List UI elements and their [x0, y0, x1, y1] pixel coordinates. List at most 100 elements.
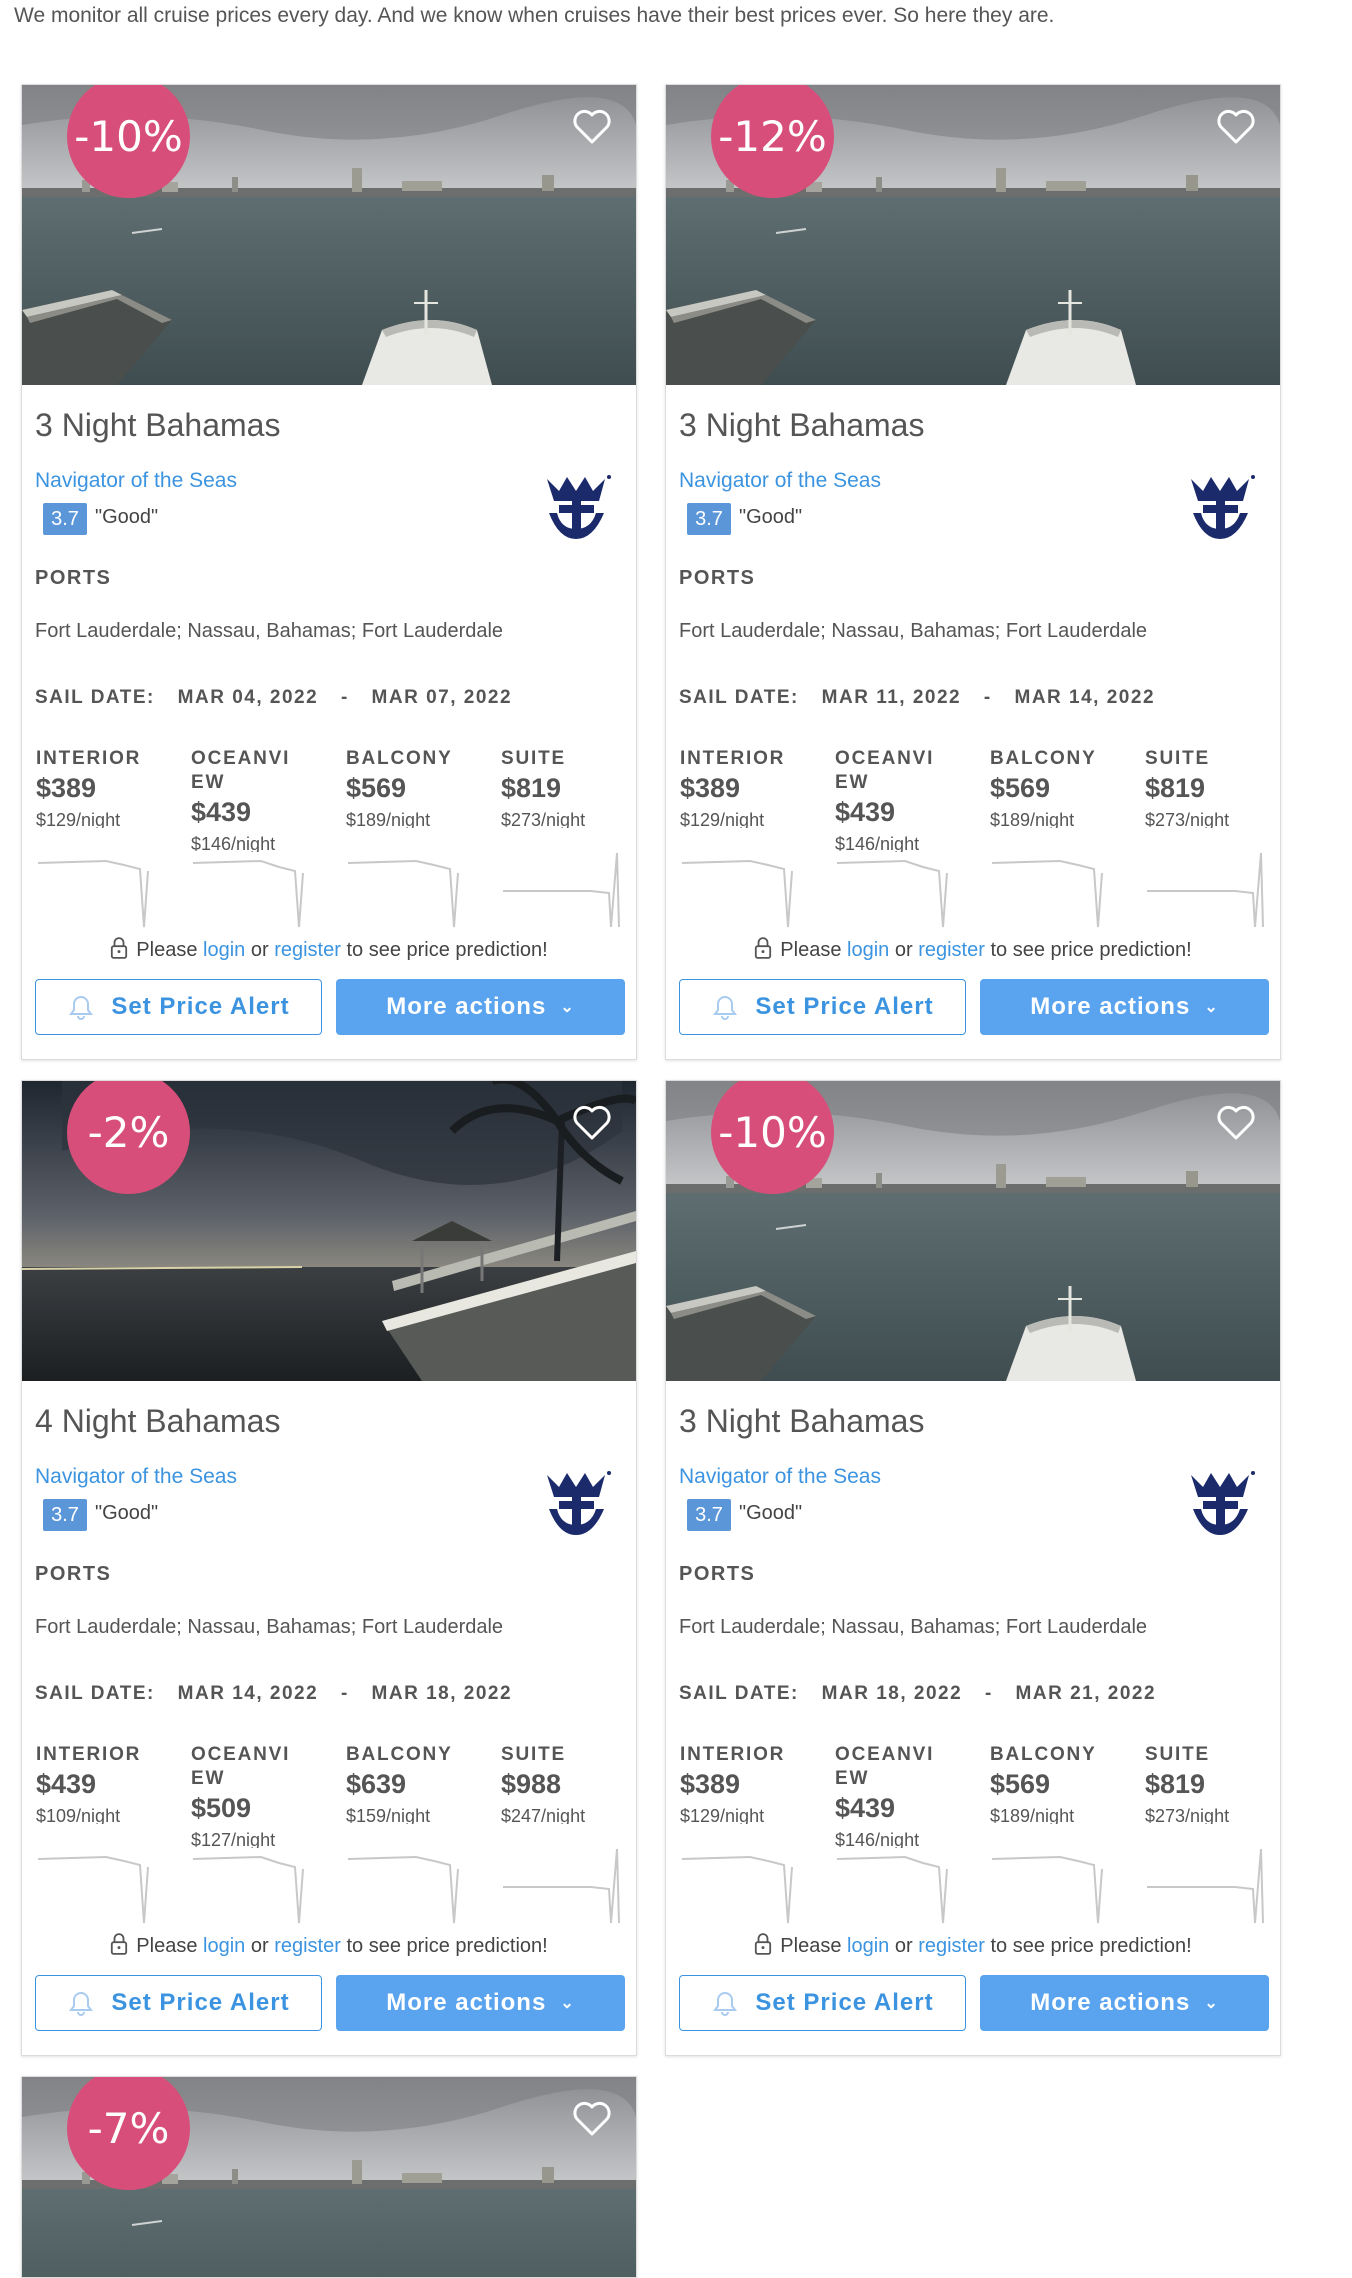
register-link[interactable]: register — [918, 1935, 985, 1957]
price-column-interior[interactable]: INTERIOR $389 $129/night — [680, 747, 810, 828]
register-link[interactable]: register — [918, 939, 985, 961]
more-actions-button[interactable]: More actions ⌄ — [980, 979, 1269, 1035]
login-link[interactable]: login — [847, 1935, 889, 1957]
more-actions-button[interactable]: More actions ⌄ — [336, 979, 625, 1035]
bell-icon — [67, 993, 95, 1021]
sail-date: SAIL DATE: MAR 18, 2022 - MAR 21, 2022 — [679, 1683, 1172, 1705]
cabin-price-per-night: $273/night — [1145, 1806, 1230, 1824]
cabin-type-label: SUITE — [1145, 748, 1210, 769]
price-column-interior[interactable]: INTERIOR $439 $109/night — [36, 1743, 166, 1824]
price-history-sparkline — [192, 1855, 304, 1924]
price-column-suite[interactable]: SUITE $819 $273/night — [1145, 747, 1275, 828]
price-column-balcony[interactable]: BALCONY $569 $189/night — [990, 1743, 1120, 1824]
cabin-price: $439 — [191, 797, 252, 827]
notice-text: Please — [780, 1935, 842, 1957]
cabin-type-label: INTERIOR — [680, 748, 786, 769]
heart-icon[interactable] — [572, 109, 612, 145]
ports-value: Fort Lauderdale; Nassau, Bahamas; Fort L… — [679, 620, 1148, 642]
cruise-card[interactable]: -10% 3 Night Bahamas Navigator of the Se… — [21, 84, 637, 1060]
bell-icon — [711, 993, 739, 1021]
ports-label: PORTS — [679, 567, 756, 589]
price-column-oceanview[interactable]: OCEANVIEW $439 $146/night — [835, 1743, 965, 1848]
heart-icon[interactable] — [1216, 109, 1256, 145]
price-column-suite[interactable]: SUITE $988 $247/night — [501, 1743, 631, 1824]
cruise-title[interactable]: 3 Night Bahamas — [35, 407, 280, 444]
chevron-down-icon: ⌄ — [1204, 999, 1219, 1016]
register-link[interactable]: register — [274, 939, 341, 961]
price-column-balcony[interactable]: BALCONY $569 $189/night — [990, 747, 1120, 828]
price-column-oceanview[interactable]: OCEANVIEW $509 $127/night — [191, 1743, 321, 1848]
bell-icon — [67, 1989, 95, 2017]
cabin-price-per-night: $129/night — [680, 1806, 765, 1824]
cruise-title[interactable]: 3 Night Bahamas — [679, 407, 924, 444]
login-link[interactable]: login — [203, 939, 245, 961]
cabin-price: $569 — [990, 773, 1051, 803]
cabin-price-per-night: $129/night — [680, 810, 765, 828]
set-price-alert-button[interactable]: Set Price Alert — [35, 979, 322, 1035]
sail-date: SAIL DATE: MAR 04, 2022 - MAR 07, 2022 — [35, 687, 528, 709]
cabin-type-label: OCEANVIEW — [835, 1744, 935, 1789]
cabin-type-label: BALCONY — [346, 748, 453, 769]
price-column-interior[interactable]: INTERIOR $389 $129/night — [36, 747, 166, 828]
cruise-title[interactable]: 3 Night Bahamas — [679, 1403, 924, 1440]
ship-link[interactable]: Navigator of the Seas — [679, 1465, 881, 1489]
register-link[interactable]: register — [274, 1935, 341, 1957]
cabin-price: $988 — [501, 1769, 562, 1799]
royal-caribbean-logo — [1183, 471, 1258, 543]
chevron-down-icon: ⌄ — [560, 999, 575, 1016]
login-link[interactable]: login — [203, 1935, 245, 1957]
price-column-balcony[interactable]: BALCONY $569 $189/night — [346, 747, 476, 828]
cabin-type-label: OCEANVIEW — [835, 748, 935, 793]
notice-text: or — [894, 939, 913, 961]
cabin-price-per-night: $189/night — [990, 1806, 1075, 1824]
cabin-price: $819 — [501, 773, 562, 803]
cabin-price: $639 — [346, 1769, 407, 1799]
set-price-alert-button[interactable]: Set Price Alert — [35, 1975, 322, 2031]
cabin-price: $389 — [680, 773, 741, 803]
price-column-interior[interactable]: INTERIOR $389 $129/night — [680, 1743, 810, 1824]
sail-date-from: MAR 18, 2022 — [821, 1683, 963, 1704]
price-history-sparkline — [192, 859, 304, 928]
ports-label: PORTS — [35, 567, 112, 589]
price-column-oceanview[interactable]: OCEANVIEW $439 $146/night — [191, 747, 321, 852]
set-price-alert-label: Set Price Alert — [111, 993, 290, 1020]
cruise-card[interactable]: -7% — [21, 2076, 637, 2278]
cruise-card[interactable]: -12% 3 Night Bahamas Navigator of the Se… — [665, 84, 1281, 1060]
price-history-sparkline — [37, 859, 149, 928]
price-column-suite[interactable]: SUITE $819 $273/night — [1145, 1743, 1275, 1824]
price-history-sparkline — [347, 1855, 459, 1924]
sail-date-to: MAR 14, 2022 — [1014, 687, 1156, 708]
set-price-alert-button[interactable]: Set Price Alert — [679, 1975, 966, 2031]
notice-text: to see price prediction! — [346, 939, 548, 961]
heart-icon[interactable] — [572, 1105, 612, 1141]
cruise-card[interactable]: -2% 4 Night Bahamas Navigator of the Sea… — [21, 1080, 637, 2056]
chevron-down-icon: ⌄ — [1204, 1995, 1219, 2012]
cabin-price-per-night: $189/night — [990, 810, 1075, 828]
price-history-sparkline — [347, 859, 459, 928]
set-price-alert-label: Set Price Alert — [755, 1989, 934, 2016]
price-column-suite[interactable]: SUITE $819 $273/night — [501, 747, 631, 828]
more-actions-button[interactable]: More actions ⌄ — [980, 1975, 1269, 2031]
cruise-title[interactable]: 4 Night Bahamas — [35, 1403, 280, 1440]
price-column-balcony[interactable]: BALCONY $639 $159/night — [346, 1743, 476, 1824]
cabin-price-per-night: $273/night — [501, 810, 586, 828]
set-price-alert-button[interactable]: Set Price Alert — [679, 979, 966, 1035]
cabin-type-label: BALCONY — [346, 1744, 453, 1765]
price-history-sparkline — [836, 1855, 948, 1924]
login-link[interactable]: login — [847, 939, 889, 961]
ship-link[interactable]: Navigator of the Seas — [35, 469, 237, 493]
cruise-card[interactable]: -10% 3 Night Bahamas Navigator of the Se… — [665, 1080, 1281, 2056]
sail-date-to: MAR 18, 2022 — [371, 1683, 513, 1704]
cabin-price: $439 — [835, 1793, 896, 1823]
set-price-alert-label: Set Price Alert — [111, 1989, 290, 2016]
heart-icon[interactable] — [1216, 1105, 1256, 1141]
more-actions-button[interactable]: More actions ⌄ — [336, 1975, 625, 2031]
sail-date-to: MAR 07, 2022 — [371, 687, 513, 708]
ship-link[interactable]: Navigator of the Seas — [679, 469, 881, 493]
cabin-price-per-night: $146/night — [835, 1830, 920, 1848]
sail-date-from: MAR 04, 2022 — [177, 687, 319, 708]
ship-link[interactable]: Navigator of the Seas — [35, 1465, 237, 1489]
heart-icon[interactable] — [572, 2101, 612, 2137]
price-column-oceanview[interactable]: OCEANVIEW $439 $146/night — [835, 747, 965, 852]
bell-icon — [711, 1989, 739, 2017]
